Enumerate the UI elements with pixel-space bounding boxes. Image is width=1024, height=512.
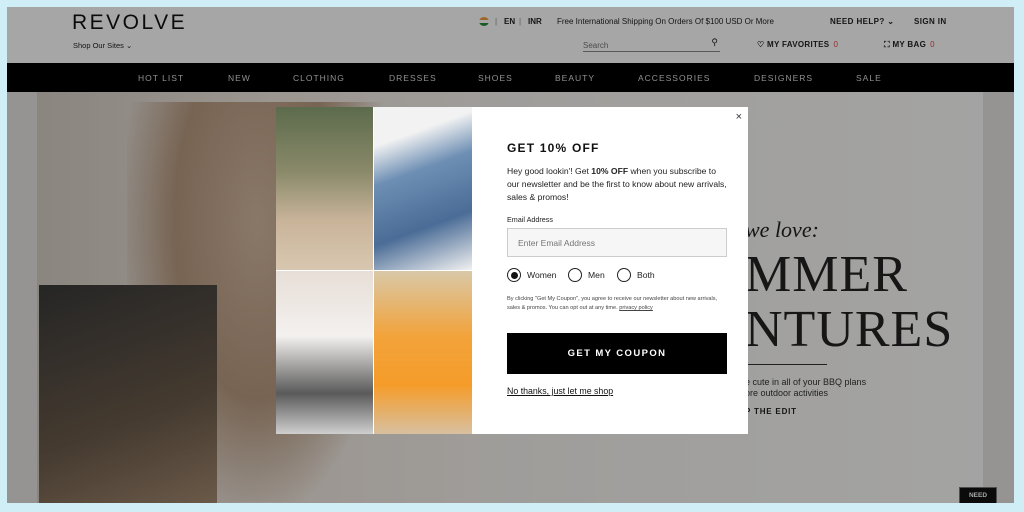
radio-men[interactable]: Men: [568, 268, 605, 282]
model-photo: [374, 271, 472, 434]
email-field[interactable]: [507, 228, 727, 257]
newsletter-modal: × GET 10% OFF Hey good lookin'! Get 10% …: [276, 107, 748, 434]
privacy-policy-link[interactable]: privacy policy: [619, 305, 653, 311]
browser-page: REVOLVE Shop Our Sites ⌄ | EN | INR Free…: [7, 7, 1014, 503]
model-photo: [276, 107, 373, 270]
radio-unselected-icon: [568, 268, 582, 282]
modal-photo-grid: [276, 107, 472, 434]
radio-unselected-icon: [617, 268, 631, 282]
close-icon[interactable]: ×: [736, 111, 742, 123]
radio-both[interactable]: Both: [617, 268, 655, 282]
email-label: Email Address: [507, 215, 553, 224]
radio-selected-icon: [507, 268, 521, 282]
modal-description: Hey good lookin'! Get 10% OFF when you s…: [507, 166, 727, 202]
model-photo: [374, 107, 472, 270]
model-photo: [276, 271, 373, 434]
no-thanks-link[interactable]: No thanks, just let me shop: [507, 386, 613, 396]
consent-fine-print: By clicking "Get My Coupon", you agree t…: [507, 296, 718, 311]
get-my-coupon-button[interactable]: GET MY COUPON: [507, 333, 727, 374]
radio-women[interactable]: Women: [507, 268, 556, 282]
modal-title: GET 10% OFF: [507, 141, 600, 155]
